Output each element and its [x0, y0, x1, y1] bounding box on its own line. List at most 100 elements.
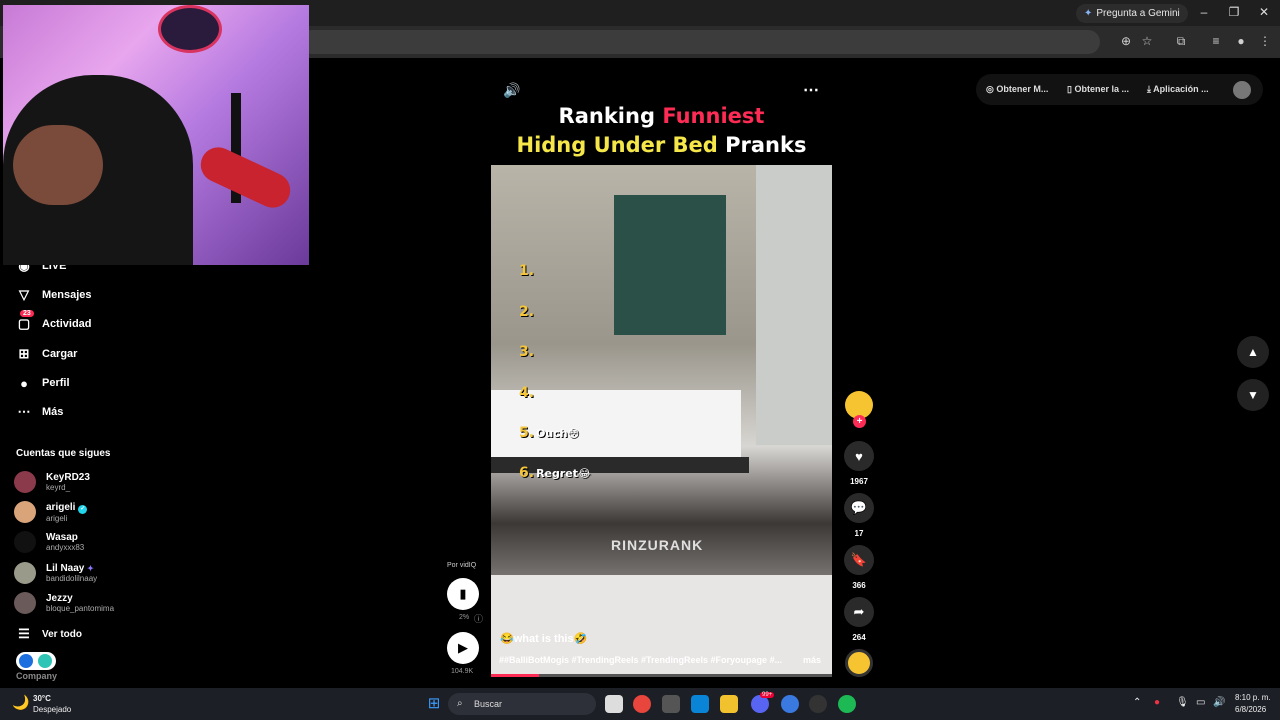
upload-icon: ⊞ — [18, 346, 30, 361]
close-button[interactable]: ✕ — [1249, 5, 1279, 19]
share-button[interactable]: ➦ — [844, 597, 874, 627]
sidebar-item-upload[interactable]: ⊞ Cargar — [14, 343, 78, 365]
video-caption: 😂what is this🤣 — [500, 633, 588, 645]
sparkle-icon: ✦ — [87, 564, 94, 573]
avatar — [14, 531, 36, 553]
power-icon — [38, 654, 52, 668]
tray-expand-icon[interactable]: ⌃ — [1133, 697, 1141, 708]
spotify-icon[interactable] — [838, 695, 856, 713]
reading-list-icon[interactable]: ≡ — [1207, 34, 1225, 48]
clock-time[interactable]: 8:10 p. m. — [1235, 693, 1271, 702]
chevron-up-icon: ▲ — [1247, 345, 1259, 359]
like-button[interactable]: ♥ — [844, 441, 874, 471]
streamer-face — [13, 125, 103, 205]
bookmark-star-icon[interactable]: ☆ — [1138, 34, 1156, 48]
minimize-button[interactable]: – — [1189, 5, 1219, 19]
rank-6: 6. Regret😂 — [519, 465, 591, 481]
weather-description[interactable]: Despejado — [33, 705, 71, 714]
video-player[interactable]: 1. 2. 3. 4. 5. Ouch😳 6. Regret😂 RINZURANK — [491, 165, 832, 677]
following-account[interactable]: KeyRD23 keyrd_ — [14, 469, 90, 495]
get-app-button[interactable]: ▯ Obtener la ... — [1067, 84, 1129, 95]
volume-icon[interactable]: 🔊 — [503, 82, 520, 99]
previous-video-button[interactable]: ▲ — [1237, 336, 1269, 368]
send-icon: ▽ — [19, 287, 29, 302]
windows-start-icon[interactable]: ⊞ — [425, 695, 443, 713]
chrome-active-icon[interactable] — [781, 695, 799, 713]
following-account[interactable]: Wasap andyxxx83 — [14, 529, 84, 555]
browser-menu-icon[interactable]: ⋮ — [1256, 34, 1274, 48]
list-icon: ☰ — [18, 626, 30, 641]
save-button[interactable]: 🔖 — [844, 545, 874, 575]
install-app-icon[interactable]: ⊕ — [1117, 34, 1135, 48]
chevron-down-icon: ▼ — [1247, 388, 1259, 402]
following-account[interactable]: Lil Naay ✦ bandidolilnaay — [14, 560, 97, 586]
next-video-button[interactable]: ▼ — [1237, 379, 1269, 411]
sidebar-item-messages[interactable]: ▽ Mensajes — [14, 284, 92, 306]
video-title-line2: Hidng Under Bed Pranks — [516, 133, 807, 157]
play-icon: ▶ — [458, 640, 468, 655]
app-icon[interactable] — [662, 695, 680, 713]
clock-date[interactable]: 6/8/2026 — [1235, 705, 1266, 714]
video-watermark: RINZURANK — [611, 537, 704, 553]
video-progress-bar[interactable] — [491, 674, 832, 677]
tray-app-icon[interactable]: ● — [1154, 697, 1160, 708]
task-view-icon[interactable] — [605, 695, 623, 713]
coin-icon: ◎ — [986, 84, 994, 94]
microphone-icon[interactable]: 🎙 — [1176, 697, 1189, 708]
more-caption-link[interactable]: más — [803, 655, 821, 665]
extension-pill[interactable] — [16, 652, 56, 670]
company-link[interactable]: Company — [16, 671, 57, 681]
extension-icon — [19, 654, 33, 668]
profile-icon[interactable]: ● — [1232, 34, 1250, 48]
follow-plus-icon[interactable]: + — [853, 415, 866, 428]
download-icon: ⤓ — [1147, 84, 1151, 94]
following-account[interactable]: arigeli ✓ arigeli — [14, 499, 88, 525]
sidebar-item-profile[interactable]: ● Perfil — [14, 372, 69, 394]
avatar — [14, 592, 36, 614]
sidebar-item-activity[interactable]: ▢ 23 Actividad — [14, 310, 92, 335]
ask-gemini-button[interactable]: ✦ Pregunta a Gemini — [1076, 4, 1188, 23]
activity-icon: ▢ 23 — [14, 310, 34, 332]
sidebar-item-more[interactable]: ⋯ Más — [14, 401, 64, 423]
microphone — [195, 141, 296, 214]
weather-temperature[interactable]: 30°C — [33, 694, 51, 703]
video-hashtags[interactable]: ##BalliBotMogis #TrendingReels #Trending… — [499, 655, 825, 665]
store-icon[interactable] — [691, 695, 709, 713]
volume-tray-icon[interactable]: 🔊 — [1213, 697, 1225, 708]
save-count: 366 — [852, 581, 866, 590]
moon-weather-icon[interactable]: 🌙 — [12, 694, 29, 711]
file-explorer-icon[interactable] — [720, 695, 738, 713]
network-icon[interactable]: ▭ — [1196, 697, 1205, 708]
comment-button[interactable]: 💬 — [844, 493, 874, 523]
profile-avatar: ● — [20, 375, 28, 391]
rank-1: 1. — [519, 263, 535, 279]
avatar — [14, 471, 36, 493]
obs-icon[interactable] — [809, 695, 827, 713]
address-bar[interactable] — [300, 30, 1100, 54]
search-icon: ⌕ — [457, 698, 463, 709]
phone-icon: ▯ — [1067, 84, 1072, 94]
maximize-button[interactable]: ❐ — [1219, 5, 1249, 19]
chrome-icon[interactable] — [633, 695, 651, 713]
taskbar-search[interactable]: ⌕ Buscar — [448, 693, 596, 715]
rank-5: 5. Ouch😳 — [519, 425, 580, 441]
music-disc-icon[interactable] — [845, 649, 873, 677]
following-account[interactable]: Jezzy bloque_pantomima — [14, 590, 114, 616]
like-count: 1967 — [850, 477, 868, 486]
discord-badge: 99+ — [760, 692, 775, 698]
video-more-icon[interactable]: ⋯ — [803, 80, 819, 100]
extensions-icon[interactable]: ⧉ — [1172, 34, 1190, 49]
desktop-app-button[interactable]: ⤓ Aplicación ... — [1147, 84, 1209, 95]
vidiq-views: 104.9K — [451, 668, 474, 675]
see-all-link[interactable]: ☰ Ver todo — [14, 623, 82, 645]
vidiq-stats-button[interactable]: ▮ — [447, 578, 479, 610]
avatar — [14, 501, 36, 523]
wall-poster — [158, 5, 222, 53]
user-avatar[interactable] — [1233, 81, 1251, 99]
info-icon[interactable]: ⓘ — [474, 612, 483, 625]
webcam-overlay — [3, 5, 309, 265]
heart-icon: ♥ — [855, 448, 863, 464]
get-coins-button[interactable]: ◎ Obtener M... — [986, 84, 1048, 95]
rank-3: 3. — [519, 344, 535, 360]
play-button[interactable]: ▶ — [447, 632, 479, 664]
